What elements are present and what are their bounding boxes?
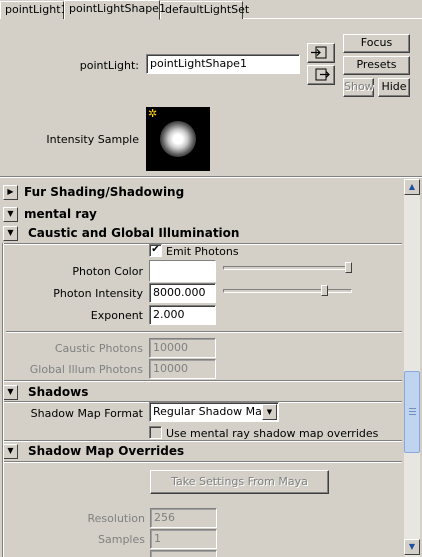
intensity-sample-label: Intensity Sample xyxy=(46,133,139,146)
frame-shadow-map-overrides[interactable]: ▼ Shadow Map Overrides xyxy=(2,442,402,461)
next-field-partial[interactable] xyxy=(150,550,217,557)
samples-label: Samples xyxy=(98,533,145,546)
scrollbar-thumb[interactable] xyxy=(404,371,420,453)
frame-title-shadow-map-overrides: Shadow Map Overrides xyxy=(28,444,185,458)
tab-defaultlightset[interactable]: defaultLightSet xyxy=(160,1,249,19)
select-output-icon xyxy=(315,68,330,81)
caustic-photons-field[interactable]: 10000 xyxy=(149,338,216,358)
light-glow xyxy=(160,121,196,157)
tab-strip: pointLight1 pointLightShape1 defaultLigh… xyxy=(0,0,422,20)
shadow-map-format-dropdown[interactable]: Regular Shadow Map ▼ xyxy=(149,402,279,422)
exponent-label: Exponent xyxy=(90,309,143,322)
triangle-down-icon[interactable]: ▼ xyxy=(3,207,18,222)
photon-color-label: Photon Color xyxy=(72,265,143,278)
photon-intensity-slider-track[interactable] xyxy=(223,289,352,293)
global-illum-photons-label: Global Illum Photons xyxy=(29,363,143,376)
photon-intensity-slider-thumb[interactable] xyxy=(321,285,328,296)
chevron-down-icon[interactable]: ▼ xyxy=(262,404,277,420)
intensity-sample-swatch: ✲ xyxy=(146,107,210,171)
photon-color-slider-thumb[interactable] xyxy=(345,262,352,273)
triangle-down-icon[interactable]: ▼ xyxy=(3,226,18,241)
presets-button[interactable]: Presets xyxy=(343,56,410,75)
light-icon: ✲ xyxy=(148,107,158,120)
photon-intensity-label: Photon Intensity xyxy=(53,287,143,300)
header-separator xyxy=(0,176,422,178)
attribute-scroll-area[interactable]: ▶ Fur Shading/Shadowing ▼ mental ray ▼ C… xyxy=(0,179,422,557)
frame-mental-ray[interactable]: ▼ mental ray xyxy=(2,205,402,224)
photon-intensity-field[interactable]: 8000.000 xyxy=(149,283,216,303)
photon-color-swatch[interactable] xyxy=(149,260,216,282)
use-overrides-label: Use mental ray shadow map overrides xyxy=(166,427,379,440)
node-name-field[interactable]: pointLightShape1 xyxy=(146,54,300,74)
photon-color-slider-track[interactable] xyxy=(223,266,350,270)
exponent-field[interactable]: 2.000 xyxy=(149,305,216,325)
shadow-map-format-value: Regular Shadow Map xyxy=(153,405,269,418)
resolution-field[interactable]: 256 xyxy=(150,508,217,528)
take-settings-button[interactable]: Take Settings From Maya xyxy=(150,470,329,494)
triangle-down-icon[interactable]: ▼ xyxy=(3,444,18,459)
samples-field[interactable]: 1 xyxy=(150,529,217,549)
frame-shadows[interactable]: ▼ Shadows xyxy=(2,383,402,402)
triangle-down-icon[interactable]: ▼ xyxy=(3,385,18,400)
section-divider xyxy=(6,331,402,333)
emit-photons-label: Emit Photons xyxy=(166,245,239,258)
vertical-scrollbar[interactable]: ▲ ▼ xyxy=(404,179,420,557)
frame-caustic-gi[interactable]: ▼ Caustic and Global Illumination xyxy=(2,224,402,243)
triangle-right-icon[interactable]: ▶ xyxy=(3,185,18,200)
shadow-map-format-label: Shadow Map Format xyxy=(30,407,143,420)
frame-divider xyxy=(2,461,402,463)
focus-button[interactable]: Focus xyxy=(343,34,410,53)
frame-fur-shading[interactable]: ▶ Fur Shading/Shadowing xyxy=(2,183,402,202)
select-output-button[interactable] xyxy=(307,65,335,85)
frame-title-shadows: Shadows xyxy=(28,385,89,399)
use-overrides-checkbox[interactable] xyxy=(149,426,162,439)
frame-title-mental-ray: mental ray xyxy=(24,207,97,221)
hide-button[interactable]: Hide xyxy=(378,78,410,97)
global-illum-photons-field[interactable]: 10000 xyxy=(149,359,216,379)
scroll-up-icon[interactable]: ▲ xyxy=(404,179,420,195)
scroll-down-icon[interactable]: ▼ xyxy=(404,539,420,555)
resolution-label: Resolution xyxy=(87,512,145,525)
tab-pointlightshape1[interactable]: pointLightShape1 xyxy=(64,0,166,20)
frame-divider xyxy=(2,380,402,382)
select-input-icon xyxy=(311,46,327,59)
select-input-button[interactable] xyxy=(307,43,335,63)
frame-left-edge xyxy=(2,243,4,557)
emit-photons-checkbox[interactable]: ✔ xyxy=(149,244,162,257)
show-button[interactable]: Show xyxy=(343,78,374,97)
tab-pointlight1[interactable]: pointLight1 xyxy=(0,1,68,19)
frame-title-caustic: Caustic and Global Illumination xyxy=(28,226,240,240)
caustic-photons-label: Caustic Photons xyxy=(54,342,143,355)
node-label: pointLight: xyxy=(79,59,139,72)
frame-title-fur: Fur Shading/Shadowing xyxy=(24,185,185,199)
